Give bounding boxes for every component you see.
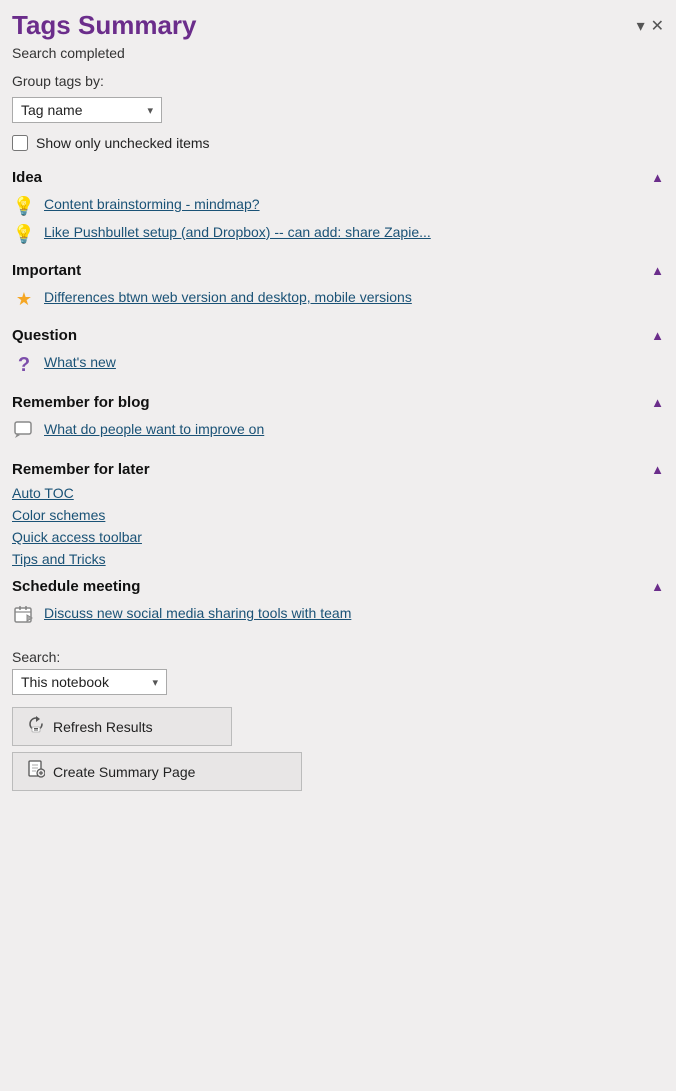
section-schedule-header: Schedule meeting ▲	[0, 570, 676, 599]
section-important-items: ★ Differences btwn web version and deskt…	[0, 283, 676, 319]
later-link-4[interactable]: Tips and Tricks	[0, 548, 676, 570]
section-schedule-items: Discuss new social media sharing tools w…	[0, 599, 676, 639]
refresh-results-button[interactable]: Refresh Results	[12, 707, 232, 746]
section-later-title: Remember for later	[12, 461, 150, 478]
section-idea-items: 💡 Content brainstorming - mindmap? 💡 Lik…	[0, 190, 676, 254]
idea-icon-2: 💡	[12, 224, 36, 245]
list-item: ★ Differences btwn web version and deskt…	[12, 285, 676, 313]
title-bar-icons: ▾ ✕	[637, 16, 664, 36]
group-tags-label: Group tags by:	[0, 67, 676, 93]
section-idea-header: Idea ▲	[0, 161, 676, 190]
search-section: Search: This notebook ▾	[0, 639, 676, 701]
show-unchecked-label: Show only unchecked items	[36, 135, 210, 151]
later-link-2[interactable]: Color schemes	[0, 504, 676, 526]
page-title: Tags Summary	[12, 10, 196, 41]
search-status: Search completed	[0, 43, 676, 67]
important-link-1[interactable]: Differences btwn web version and desktop…	[44, 288, 412, 308]
create-summary-label: Create Summary Page	[53, 764, 195, 780]
section-blog-header: Remember for blog ▲	[0, 386, 676, 415]
section-question-header: Question ▲	[0, 319, 676, 348]
dropdown-icon[interactable]: ▾	[637, 16, 645, 36]
section-later-collapse[interactable]: ▲	[651, 462, 664, 477]
section-idea-title: Idea	[12, 169, 42, 186]
section-important-collapse[interactable]: ▲	[651, 263, 664, 278]
blog-link-1[interactable]: What do people want to improve on	[44, 420, 264, 440]
schedule-link-1[interactable]: Discuss new social media sharing tools w…	[44, 604, 351, 624]
group-tags-value: Tag name	[21, 102, 82, 118]
search-completed-text: Search completed	[12, 45, 125, 61]
schedule-icon	[12, 605, 36, 630]
show-unchecked-checkbox[interactable]	[12, 135, 28, 151]
section-important-header: Important ▲	[0, 254, 676, 283]
idea-link-1[interactable]: Content brainstorming - mindmap?	[44, 195, 260, 215]
close-icon[interactable]: ✕	[651, 16, 664, 36]
idea-link-2[interactable]: Like Pushbullet setup (and Dropbox) -- c…	[44, 223, 431, 243]
title-bar: Tags Summary ▾ ✕	[0, 0, 676, 43]
section-important-title: Important	[12, 262, 81, 279]
tags-summary-panel: Tags Summary ▾ ✕ Search completed Group …	[0, 0, 676, 1091]
group-tags-dropdown-row: Tag name ▾	[0, 93, 676, 131]
search-label: Search:	[12, 649, 664, 665]
group-tags-dropdown[interactable]: Tag name ▾	[12, 97, 162, 123]
search-dropdown-value: This notebook	[21, 674, 109, 690]
refresh-icon	[27, 715, 45, 738]
refresh-results-label: Refresh Results	[53, 719, 153, 735]
list-item: 💡 Content brainstorming - mindmap?	[12, 192, 676, 220]
section-later-items: Auto TOC Color schemes Quick access tool…	[0, 482, 676, 570]
list-item: Discuss new social media sharing tools w…	[12, 601, 676, 633]
question-link-1[interactable]: What's new	[44, 353, 116, 373]
question-icon: ?	[12, 354, 36, 377]
section-idea-collapse[interactable]: ▲	[651, 170, 664, 185]
later-link-1[interactable]: Auto TOC	[0, 482, 676, 504]
create-summary-page-button[interactable]: Create Summary Page	[12, 752, 302, 791]
section-schedule-title: Schedule meeting	[12, 578, 140, 595]
list-item: What do people want to improve on	[12, 417, 676, 447]
idea-icon: 💡	[12, 196, 36, 217]
chat-icon	[12, 421, 36, 444]
later-link-3[interactable]: Quick access toolbar	[0, 526, 676, 548]
section-blog-title: Remember for blog	[12, 394, 150, 411]
section-question-title: Question	[12, 327, 77, 344]
section-blog-collapse[interactable]: ▲	[651, 395, 664, 410]
show-unchecked-row: Show only unchecked items	[0, 131, 676, 161]
list-item: ? What's new	[12, 350, 676, 380]
section-question-collapse[interactable]: ▲	[651, 328, 664, 343]
section-blog-items: What do people want to improve on	[0, 415, 676, 453]
search-notebook-dropdown[interactable]: This notebook ▾	[12, 669, 167, 695]
section-schedule-collapse[interactable]: ▲	[651, 579, 664, 594]
star-icon: ★	[12, 289, 36, 310]
section-question-items: ? What's new	[0, 348, 676, 386]
list-item: 💡 Like Pushbullet setup (and Dropbox) --…	[12, 220, 676, 248]
search-dropdown-arrow-icon: ▾	[152, 676, 158, 689]
section-later-header: Remember for later ▲	[0, 453, 676, 482]
group-tags-label-text: Group tags by:	[12, 73, 104, 89]
create-summary-icon	[27, 760, 45, 783]
dropdown-arrow-icon: ▾	[147, 104, 153, 117]
